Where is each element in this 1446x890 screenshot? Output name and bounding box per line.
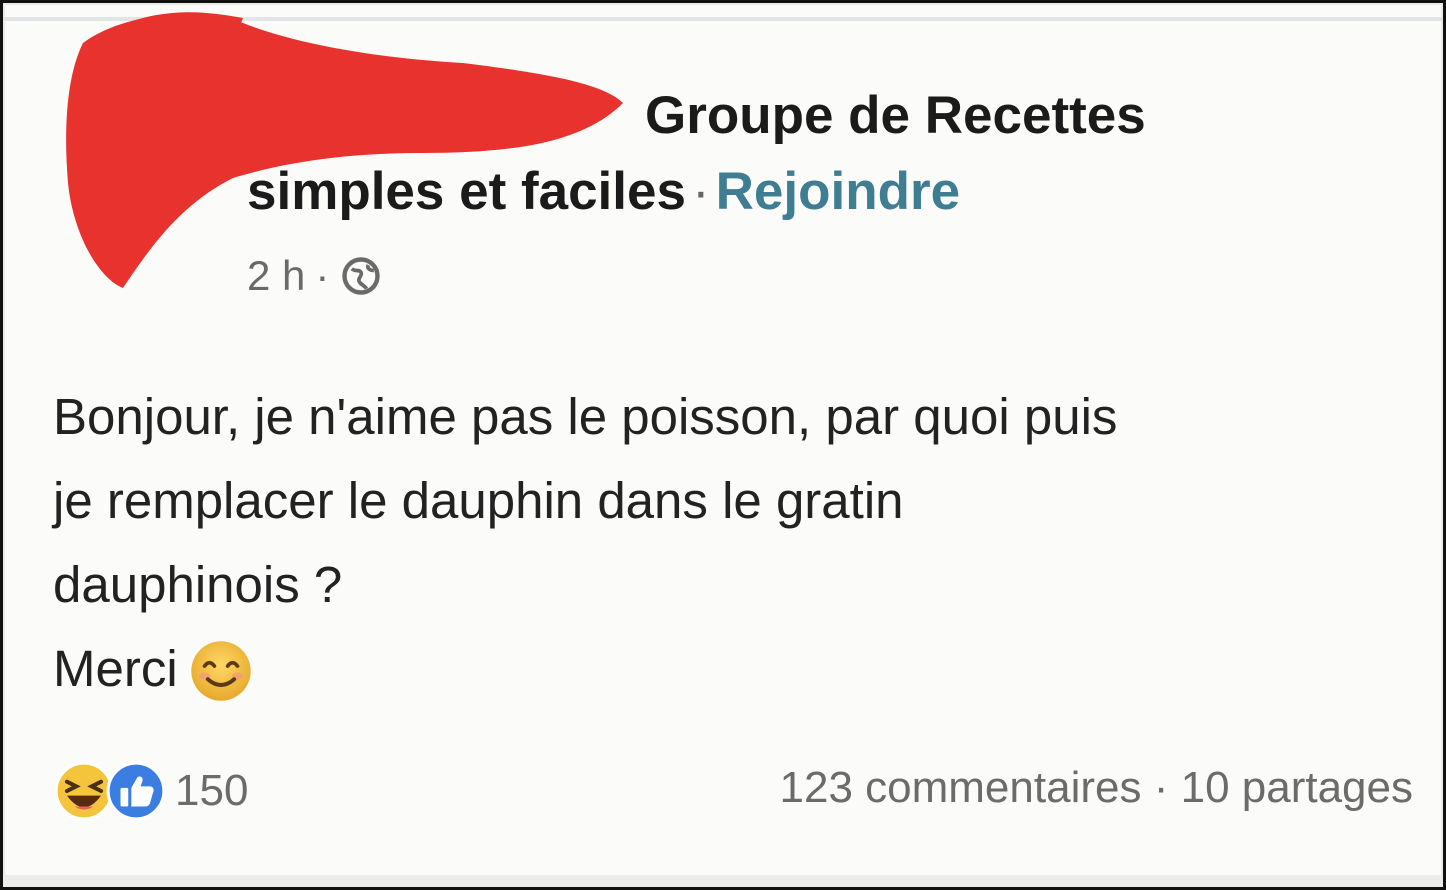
meta-separator: · xyxy=(315,252,330,299)
group-name-line2-row: simples et faciles · Rejoindre xyxy=(247,161,960,222)
post-line-last: Merci xyxy=(53,627,1413,711)
stats-separator: · xyxy=(1153,763,1169,812)
bottom-divider xyxy=(3,875,1443,887)
separator-dot: · xyxy=(691,162,710,221)
smiling-face-icon xyxy=(190,641,251,701)
post-line: Bonjour, je n'aime pas le poisson, par q… xyxy=(53,388,1118,445)
shares-count[interactable]: 10 partages xyxy=(1181,763,1413,812)
post-line: dauphinois ? xyxy=(53,556,343,613)
like-icon xyxy=(106,761,166,821)
join-group-button[interactable]: Rejoindre xyxy=(716,162,960,221)
post-time[interactable]: 2 h xyxy=(247,252,305,300)
group-name-line1[interactable]: Groupe de Recettes xyxy=(645,85,1146,146)
group-name-line2[interactable]: simples et faciles xyxy=(247,162,686,221)
post-stats: 123 commentaires · 10 partages xyxy=(643,763,1413,813)
reaction-count[interactable]: 150 xyxy=(175,766,248,816)
post-line: Merci xyxy=(53,640,178,697)
post-card: Groupe de Recettes simples et faciles · Re… xyxy=(0,0,1446,890)
comments-count[interactable]: 123 commentaires xyxy=(780,763,1142,812)
post-body: Bonjour, je n'aime pas le poisson, par q… xyxy=(53,375,1413,711)
globe-icon xyxy=(342,257,381,295)
reaction-summary[interactable]: 150 xyxy=(53,759,248,823)
post-line: je remplacer le dauphin dans le gratin xyxy=(53,472,904,529)
post-meta: 2 h · xyxy=(247,251,383,301)
